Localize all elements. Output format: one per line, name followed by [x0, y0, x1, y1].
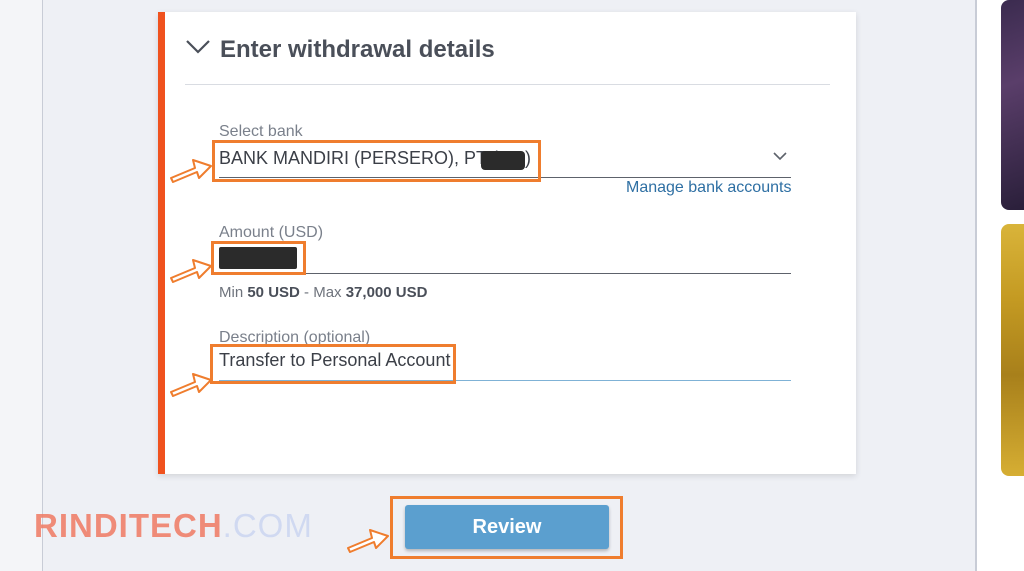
bank-label: Select bank: [219, 123, 303, 140]
watermark-logo: RINDITECH.COM: [34, 507, 313, 545]
amount-highlight-box: [211, 241, 306, 275]
section-title: Enter withdrawal details: [220, 36, 495, 63]
watermark-part1: RINDITECH: [34, 507, 223, 544]
amount-label: Amount (USD): [219, 224, 324, 241]
min-value: 50 USD: [247, 284, 300, 301]
description-highlight-box: [210, 344, 456, 384]
pointer-arrow-icon: [347, 529, 389, 553]
pointer-arrow-icon: [170, 373, 212, 397]
pointer-arrow-icon: [170, 259, 212, 283]
promo-image-bottom[interactable]: [1001, 224, 1024, 476]
left-gutter: [0, 0, 43, 571]
max-value: 37,000 USD: [345, 284, 428, 301]
chevron-down-icon[interactable]: [185, 36, 211, 56]
pointer-arrow-icon: [170, 159, 212, 183]
manage-bank-accounts-link[interactable]: Manage bank accounts: [626, 179, 791, 197]
min-label: Min: [219, 284, 248, 301]
section-header[interactable]: Enter withdrawal details: [185, 30, 830, 85]
review-button[interactable]: Review: [405, 505, 609, 549]
card-accent-bar: [158, 12, 165, 474]
bank-highlight-box: [212, 140, 541, 182]
max-label: - Max: [299, 284, 346, 301]
amount-limits-hint: Min 50 USD - Max 37,000 USD: [219, 284, 427, 301]
promo-image-top[interactable]: [1001, 0, 1024, 210]
chevron-down-icon[interactable]: [772, 150, 788, 162]
watermark-part2: .COM: [222, 507, 313, 544]
